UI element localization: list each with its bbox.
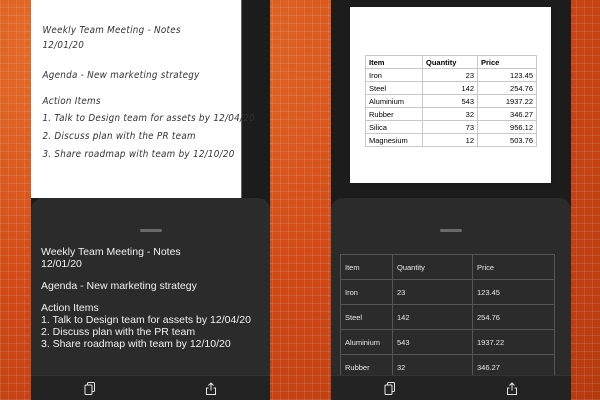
printed-table-photo: Item Quantity Price Iron 23 123.45 Steel… bbox=[350, 7, 551, 183]
share-icon[interactable] bbox=[506, 382, 518, 395]
recognized-table-sheet[interactable]: Item Quantity Price Iron 23 123.45 Steel… bbox=[331, 198, 571, 400]
photo-cell: Rubber bbox=[365, 107, 423, 121]
handwritten-item: 1. Talk to Design team for assets by 12/… bbox=[42, 113, 255, 124]
photo-table: Item Quantity Price Iron 23 123.45 Steel… bbox=[365, 55, 537, 147]
photo-cell: Steel bbox=[365, 81, 423, 95]
table-cell[interactable]: 254.76 bbox=[472, 304, 555, 330]
photo-cell: 956.12 bbox=[477, 120, 537, 134]
sheet-grabber[interactable] bbox=[440, 229, 462, 232]
photo-cell: 254.76 bbox=[477, 81, 537, 95]
photo-header: Price bbox=[477, 55, 537, 69]
handwritten-item: 3. Share roadmap with team by 12/10/20 bbox=[42, 149, 235, 160]
table-cell[interactable]: 543 bbox=[392, 329, 473, 355]
share-icon[interactable] bbox=[205, 382, 217, 395]
photo-cell: 503.76 bbox=[477, 133, 537, 147]
photo-cell: 543 bbox=[422, 94, 478, 108]
copy-icon[interactable] bbox=[384, 382, 396, 395]
handwritten-agenda: Agenda - New marketing strategy bbox=[42, 70, 200, 81]
photo-cell: 12 bbox=[422, 133, 478, 147]
handwritten-date: 12/01/20 bbox=[42, 40, 85, 51]
recognized-item[interactable]: 2. Discuss plan with the PR team bbox=[41, 326, 251, 338]
photo-cell: Iron bbox=[365, 68, 423, 82]
photo-cell: Magnesium bbox=[365, 133, 423, 147]
table-row: Aluminium 543 1937.22 bbox=[340, 329, 555, 355]
photo-cell: Aluminium bbox=[365, 94, 423, 108]
recognized-action-header[interactable]: Action Items bbox=[41, 302, 251, 314]
photo-cell: 346.27 bbox=[477, 107, 537, 121]
handwritten-title: Weekly Team Meeting - Notes bbox=[42, 25, 181, 36]
table-row: Aluminium 543 1937.22 bbox=[365, 94, 537, 108]
right-phone-screen: Item Quantity Price Iron 23 123.45 Steel… bbox=[331, 0, 571, 400]
table-row: Rubber 32 346.27 bbox=[365, 107, 537, 121]
handwritten-item: 2. Discuss plan with the PR team bbox=[42, 131, 196, 142]
photo-cell: 123.45 bbox=[477, 68, 537, 82]
table-header[interactable]: Price bbox=[472, 254, 555, 280]
table-row: Steel 142 254.76 bbox=[340, 304, 555, 330]
table-row: Iron 23 123.45 bbox=[340, 279, 555, 305]
table-cell[interactable]: 23 bbox=[392, 279, 473, 305]
handwritten-action-header: Action Items bbox=[42, 96, 101, 107]
copy-icon[interactable] bbox=[84, 382, 96, 395]
bottom-toolbar bbox=[331, 375, 571, 400]
photo-cell: 142 bbox=[422, 81, 478, 95]
table-row: Magnesium 12 503.76 bbox=[365, 133, 537, 147]
photo-cell: Silica bbox=[365, 120, 423, 134]
recognized-item[interactable]: 1. Talk to Design team for assets by 12/… bbox=[41, 314, 251, 326]
table-cell[interactable]: 123.45 bbox=[472, 279, 555, 305]
table-cell[interactable]: Iron bbox=[340, 279, 393, 305]
table-row: Iron 23 123.45 bbox=[365, 68, 537, 82]
table-header[interactable]: Item bbox=[340, 254, 393, 280]
recognized-date[interactable]: 12/01/20 bbox=[41, 258, 251, 270]
recognized-table[interactable]: Item Quantity Price Iron 23 123.45 Steel… bbox=[340, 254, 555, 380]
photo-header: Quantity bbox=[422, 55, 478, 69]
table-row: Steel 142 254.76 bbox=[365, 81, 537, 95]
recognized-title[interactable]: Weekly Team Meeting - Notes bbox=[41, 246, 251, 258]
table-row: Silica 73 956.12 bbox=[365, 120, 537, 134]
photo-cell: 1937.22 bbox=[477, 94, 537, 108]
photo-cell: 32 bbox=[422, 107, 478, 121]
sheet-grabber[interactable] bbox=[139, 229, 162, 232]
table-cell[interactable]: 142 bbox=[392, 304, 473, 330]
table-cell[interactable]: Steel bbox=[340, 304, 393, 330]
photo-cell: 73 bbox=[422, 120, 478, 134]
photo-cell: 23 bbox=[422, 68, 478, 82]
recognized-text-sheet[interactable]: Weekly Team Meeting - Notes 12/01/20 Age… bbox=[31, 198, 270, 400]
table-cell[interactable]: 1937.22 bbox=[472, 329, 555, 355]
handwritten-note-photo: Weekly Team Meeting - Notes 12/01/20 Age… bbox=[31, 0, 255, 198]
recognized-agenda[interactable]: Agenda - New marketing strategy bbox=[41, 280, 251, 292]
table-header-row: Item Quantity Price bbox=[340, 254, 555, 280]
photo-header: Item bbox=[365, 55, 423, 69]
recognized-item[interactable]: 3. Share roadmap with team by 12/10/20 bbox=[41, 338, 251, 350]
table-header[interactable]: Quantity bbox=[392, 254, 473, 280]
table-cell[interactable]: Aluminium bbox=[340, 329, 393, 355]
bottom-toolbar bbox=[31, 375, 270, 400]
left-phone-screen: Weekly Team Meeting - Notes 12/01/20 Age… bbox=[31, 0, 270, 400]
recognized-text[interactable]: Weekly Team Meeting - Notes 12/01/20 Age… bbox=[41, 246, 251, 350]
